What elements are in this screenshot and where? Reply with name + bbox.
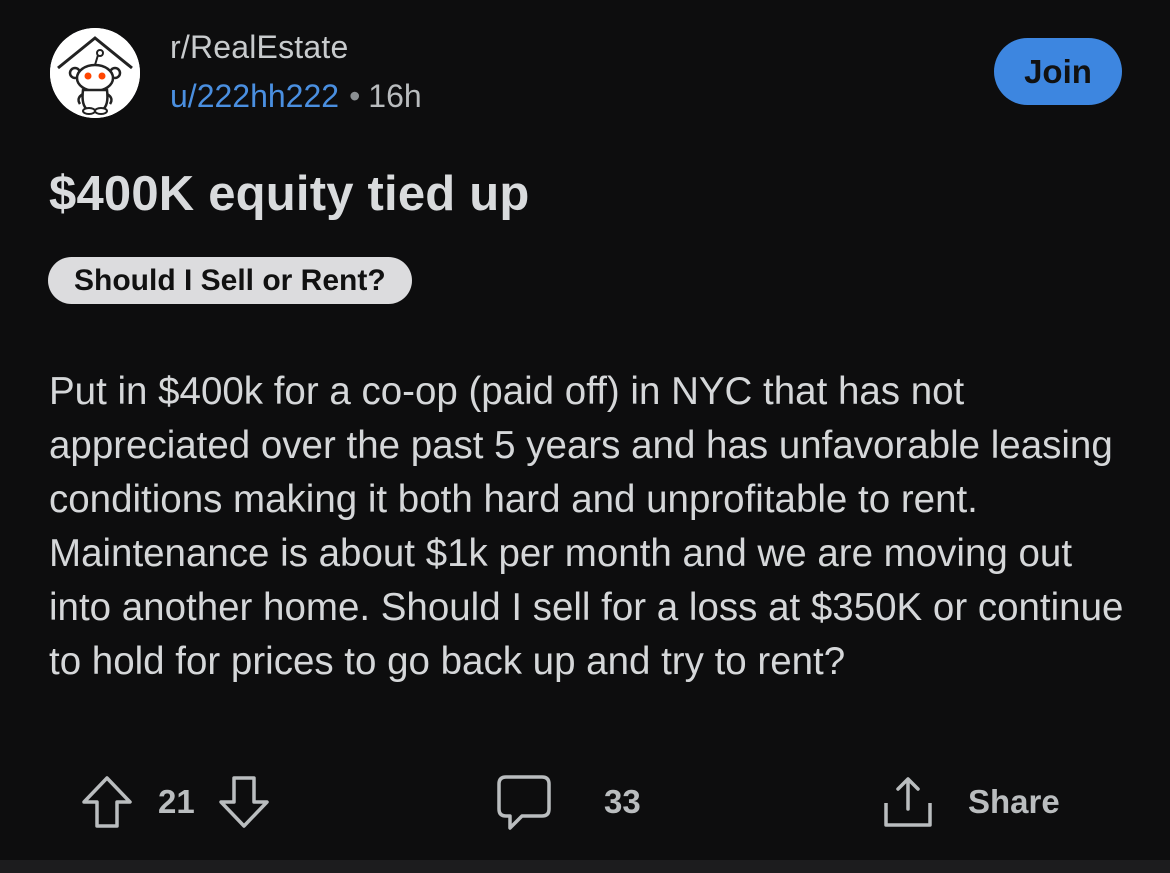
meta-separator: •: [349, 78, 361, 114]
post-age: 16h: [368, 78, 422, 114]
post-flair[interactable]: Should I Sell or Rent?: [48, 257, 412, 304]
vote-count: 21: [158, 783, 195, 820]
divider: [0, 860, 1170, 873]
post-title[interactable]: $400K equity tied up: [49, 166, 530, 222]
comment-count: 33: [604, 783, 641, 820]
subreddit-name[interactable]: r/RealEstate: [170, 29, 348, 66]
comment-button[interactable]: 33: [494, 770, 641, 834]
speech-bubble-icon: [494, 771, 554, 833]
author-link[interactable]: u/222hh222: [170, 78, 339, 114]
upvote-icon[interactable]: [78, 772, 136, 832]
post-body: Put in $400k for a co-op (paid off) in N…: [49, 370, 1124, 683]
vote-bar: 21: [78, 770, 273, 834]
subreddit-avatar[interactable]: [50, 28, 140, 118]
share-button[interactable]: Share: [878, 770, 1060, 834]
share-icon: [878, 771, 938, 833]
share-label: Share: [968, 783, 1060, 820]
post-card: r/RealEstate u/222hh222 • 16h Join $400K e…: [0, 0, 1170, 860]
downvote-icon[interactable]: [215, 772, 273, 832]
join-button[interactable]: Join: [994, 38, 1122, 105]
reddit-alien-icon: [50, 28, 140, 118]
post-meta: u/222hh222 • 16h: [170, 78, 422, 115]
